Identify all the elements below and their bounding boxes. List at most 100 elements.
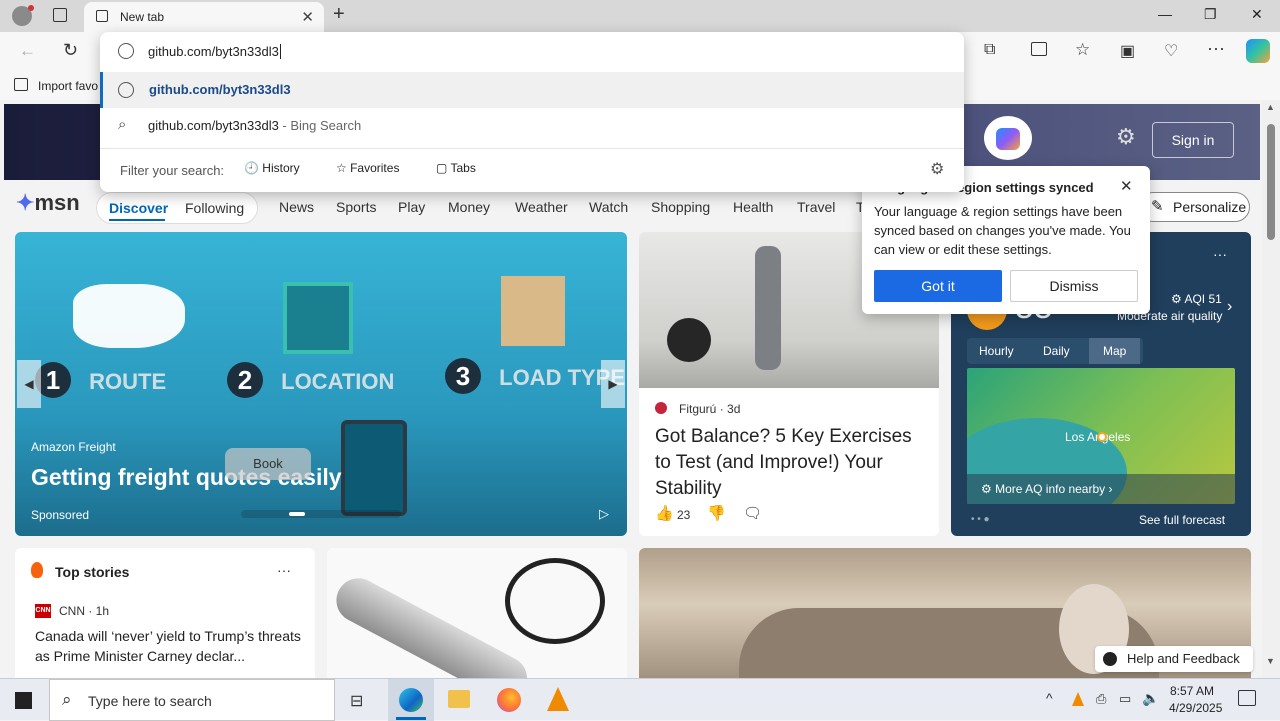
nav-shopping[interactable]: Shopping <box>651 199 710 215</box>
ad-choices-icon[interactable]: ▷ <box>599 506 609 522</box>
tab-daily[interactable]: Daily <box>1043 344 1070 358</box>
carousel-prev-button[interactable]: ◀ <box>17 360 41 408</box>
volume-icon[interactable]: 🔈 <box>1142 690 1159 707</box>
tab-discover[interactable]: Discover <box>109 200 168 216</box>
more-options-icon[interactable]: ··· <box>1213 246 1227 262</box>
weather-map[interactable]: Los Angeles ⚙ More AQ info nearby › <box>967 368 1235 504</box>
vlc-icon[interactable] <box>547 687 569 711</box>
search-icon: ⌕ <box>118 116 127 133</box>
import-favorites-link[interactable]: Import favo <box>38 79 98 93</box>
dislike-icon[interactable]: 👎 <box>707 504 726 522</box>
nav-news[interactable]: News <box>279 199 314 215</box>
new-tab-plus-icon[interactable]: + <box>333 3 345 26</box>
extensions-icon[interactable]: ⧉ <box>984 41 995 59</box>
suggestion-search-text: github.com/byt3n33dl3 - Bing Search <box>148 118 362 133</box>
help-label: Help and Feedback <box>1127 651 1240 666</box>
scroll-up-icon[interactable]: ▲ <box>1266 102 1275 112</box>
scroll-down-icon[interactable]: ▼ <box>1266 656 1275 666</box>
heater-tube-graphic <box>328 570 535 678</box>
like-icon[interactable]: 👍 <box>655 504 674 522</box>
load-type-step: 3 LOAD TYPE <box>445 358 625 398</box>
tab-hourly[interactable]: Hourly <box>979 344 1014 358</box>
filter-favorites[interactable]: ☆ Favorites <box>336 161 399 175</box>
see-full-forecast-link[interactable]: See full forecast <box>1139 513 1225 527</box>
filter-history[interactable]: 🕘 History <box>244 161 300 175</box>
story-headline[interactable]: Canada will ‘never’ yield to Trump’s thr… <box>35 626 301 666</box>
settings-icon[interactable]: ⚙ <box>1116 124 1136 150</box>
top-stories-more-icon[interactable]: ··· <box>277 562 291 578</box>
nav-money[interactable]: Money <box>448 199 490 215</box>
scrollbar[interactable]: ▲ ▼ <box>1262 100 1280 678</box>
firefox-icon[interactable] <box>497 688 521 712</box>
more-icon[interactable]: ··· <box>1207 38 1225 59</box>
product-card[interactable] <box>327 548 627 678</box>
msn-logo[interactable]: ✦msn <box>16 190 80 216</box>
show-hidden-icons[interactable]: ^ <box>1046 690 1053 706</box>
copilot-icon[interactable] <box>1246 39 1270 63</box>
map-usa-graphic <box>73 284 185 348</box>
comment-icon[interactable]: 🗨 <box>743 504 762 522</box>
got-it-button[interactable]: Got it <box>874 270 1002 302</box>
split-screen-icon[interactable] <box>1031 42 1047 56</box>
nav-health[interactable]: Health <box>733 199 773 215</box>
aqi-value: ⚙ AQI 51 <box>1171 292 1222 306</box>
nav-weather[interactable]: Weather <box>515 199 568 215</box>
nav-play[interactable]: Play <box>398 199 425 215</box>
dismiss-button[interactable]: Dismiss <box>1010 270 1138 302</box>
article-title[interactable]: Got Balance? 5 Key Exercises to Test (an… <box>655 424 925 502</box>
tab-following[interactable]: Following <box>185 200 244 216</box>
carousel-next-button[interactable]: ▶ <box>601 360 625 408</box>
nav-travel[interactable]: Travel <box>797 199 835 215</box>
warehouse-graphic <box>283 282 353 354</box>
filter-row: Filter your search: 🕘 History ☆ Favorite… <box>100 148 964 188</box>
minimize-icon[interactable]: — <box>1158 6 1172 22</box>
vlc-tray-icon[interactable] <box>1072 692 1084 706</box>
person-graphic <box>755 246 781 370</box>
weather-pager-dots[interactable]: • • ● <box>971 514 990 525</box>
filter-tabs[interactable]: ▢ Tabs <box>436 161 476 175</box>
task-view-icon[interactable]: ⊟ <box>350 691 363 711</box>
notifications-icon[interactable] <box>1238 690 1256 706</box>
collections-icon[interactable]: ▣ <box>1120 41 1135 61</box>
search-settings-icon[interactable]: ⚙ <box>930 159 944 179</box>
tab-title: New tab <box>120 10 165 24</box>
file-explorer-icon[interactable] <box>448 690 470 708</box>
address-input[interactable]: github.com/byt3n33dl3 <box>148 44 281 59</box>
carousel-dots[interactable] <box>241 510 401 518</box>
import-favorites-icon[interactable] <box>14 78 28 91</box>
back-icon[interactable]: ← <box>19 41 36 61</box>
network-icon[interactable]: ▭ <box>1119 691 1131 707</box>
taskbar-search-box[interactable]: ⌕ Type here to search <box>49 679 335 721</box>
suggestion-search[interactable]: ⌕ github.com/byt3n33dl3 - Bing Search <box>100 108 964 144</box>
aqi-chevron-icon[interactable]: › <box>1227 298 1232 316</box>
sign-in-button[interactable]: Sign in <box>1152 122 1234 158</box>
help-feedback-button[interactable]: Help and Feedback <box>1095 646 1253 672</box>
suggestion-url[interactable]: github.com/byt3n33dl3 <box>100 72 964 108</box>
edge-taskbar-icon[interactable] <box>388 679 434 721</box>
tab-map[interactable]: Map <box>1089 338 1141 364</box>
ad-card[interactable]: 1 ROUTE 2 LOCATION 3 LOAD TYPE ◀ ▶ Amazo… <box>15 232 627 536</box>
close-window-icon[interactable]: ✕ <box>1251 6 1263 23</box>
windows-start-icon[interactable] <box>15 692 32 709</box>
suggestion-url-text: github.com/byt3n33dl3 <box>149 82 291 97</box>
source-logo-icon <box>655 402 667 414</box>
more-aq-link[interactable]: ⚙ More AQ info nearby › <box>967 474 1235 504</box>
nav-sports[interactable]: Sports <box>336 199 376 215</box>
browser-essentials-icon[interactable]: ♡ <box>1164 41 1178 61</box>
refresh-icon[interactable]: ↻ <box>63 40 78 61</box>
active-dot <box>289 512 305 516</box>
new-tab-icon <box>96 10 108 22</box>
ad-book-button[interactable]: Book <box>225 448 311 480</box>
scrollbar-thumb[interactable] <box>1267 124 1275 240</box>
tray-device-icon[interactable]: ⎙ <box>1096 691 1106 707</box>
tab-new-tab[interactable]: New tab ✕ <box>84 2 324 32</box>
favorites-icon[interactable]: ☆ <box>1075 40 1090 60</box>
popup-close-icon[interactable]: ✕ <box>1120 177 1133 195</box>
clock-time[interactable]: 8:57 AM <box>1170 684 1214 698</box>
close-tab-icon[interactable]: ✕ <box>301 8 314 26</box>
nav-watch[interactable]: Watch <box>589 199 628 215</box>
clock-date[interactable]: 4/29/2025 <box>1169 701 1222 715</box>
personalize-button[interactable]: ✎ Personalize <box>1138 192 1250 222</box>
restore-icon[interactable]: ❐ <box>1204 6 1217 23</box>
tab-actions-icon[interactable] <box>53 8 67 22</box>
